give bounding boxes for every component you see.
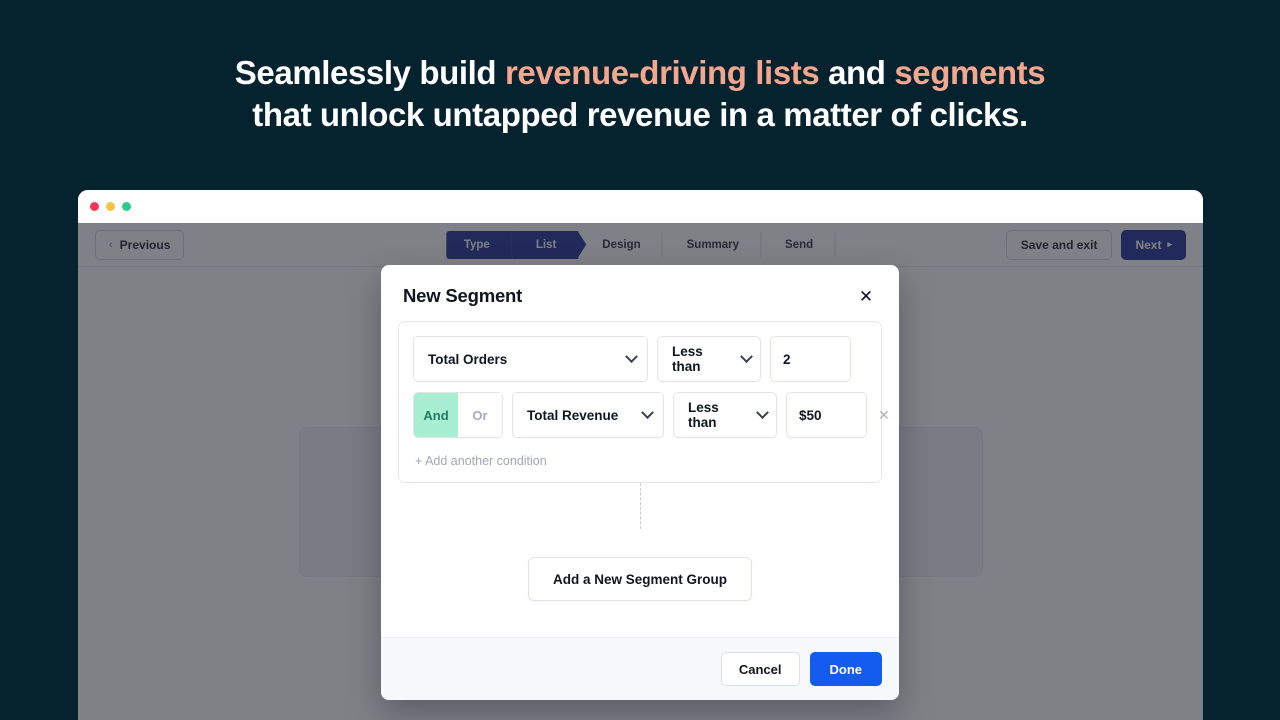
- done-button[interactable]: Done: [809, 652, 882, 686]
- condition-operator-value: Less than: [672, 344, 703, 374]
- condition-field-select[interactable]: Total Orders: [413, 336, 648, 382]
- chevron-down-icon: [625, 349, 638, 363]
- modal-body: Total Orders Less than 2 And Or Total Re…: [381, 321, 899, 637]
- condition-field-value: Total Orders: [428, 351, 508, 367]
- or-option[interactable]: Or: [458, 393, 502, 437]
- condition-value-input[interactable]: $50: [786, 392, 867, 438]
- condition-row: And Or Total Revenue Less than $50 ✕: [413, 392, 890, 438]
- headline-accent-2: segments: [894, 54, 1046, 91]
- chevron-down-icon: [641, 405, 654, 419]
- headline-part-2: and: [819, 54, 895, 91]
- headline-accent-1: revenue-driving lists: [504, 54, 820, 91]
- segment-group-connector: [398, 483, 882, 557]
- modal-footer: Cancel Done: [381, 637, 899, 700]
- headline-line-2: that unlock untapped revenue in a matter…: [252, 96, 1028, 134]
- add-condition-button[interactable]: + Add another condition: [413, 448, 867, 470]
- and-option[interactable]: And: [414, 393, 458, 437]
- and-or-toggle: And Or: [413, 392, 503, 438]
- headline-part-1: Seamlessly build: [234, 54, 505, 91]
- condition-row: Total Orders Less than 2: [413, 336, 867, 382]
- chevron-down-icon: [740, 349, 753, 363]
- add-segment-group-button[interactable]: Add a New Segment Group: [527, 557, 753, 601]
- traffic-light-minimize-icon[interactable]: [106, 202, 115, 211]
- condition-field-value: Total Revenue: [527, 407, 619, 423]
- new-segment-modal: New Segment ✕ Total Orders Less than 2 A…: [381, 265, 899, 700]
- remove-condition-icon[interactable]: ✕: [878, 406, 890, 424]
- page-headline: Seamlessly build revenue-driving lists a…: [0, 54, 1280, 134]
- cancel-button[interactable]: Cancel: [720, 652, 800, 686]
- dashed-connector-line: [640, 483, 641, 529]
- condition-operator-select[interactable]: Less than: [673, 392, 777, 438]
- traffic-light-maximize-icon[interactable]: [122, 202, 131, 211]
- chevron-down-icon: [756, 405, 769, 419]
- modal-header: New Segment ✕: [381, 265, 899, 321]
- browser-chrome: [78, 190, 1203, 223]
- condition-value-text: $50: [799, 407, 822, 423]
- modal-title: New Segment: [403, 285, 523, 306]
- condition-value-input[interactable]: 2: [770, 336, 851, 382]
- condition-operator-select[interactable]: Less than: [657, 336, 761, 382]
- conditions-card: Total Orders Less than 2 And Or Total Re…: [398, 321, 890, 483]
- close-icon[interactable]: ✕: [855, 285, 877, 307]
- condition-operator-value: Less than: [688, 400, 719, 430]
- traffic-light-close-icon[interactable]: [90, 202, 99, 211]
- condition-field-select[interactable]: Total Revenue: [512, 392, 664, 438]
- segment-group-actions: Add a New Segment Group: [398, 557, 882, 629]
- condition-value-text: 2: [783, 351, 791, 367]
